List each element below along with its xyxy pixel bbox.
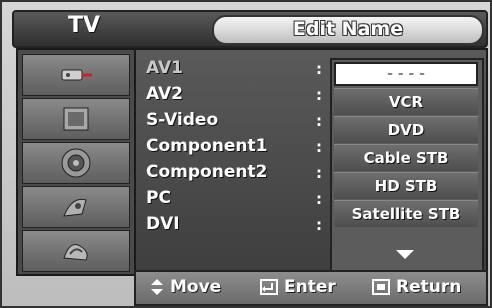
source-item-av1[interactable]: AV1	[146, 58, 183, 78]
picture-icon[interactable]	[22, 98, 130, 140]
channel-icon[interactable]	[22, 186, 130, 228]
setup-icon[interactable]	[22, 230, 130, 272]
name-current-value[interactable]: - - - -	[334, 62, 478, 86]
return-hint: Return	[372, 277, 461, 297]
sound-icon[interactable]	[22, 142, 130, 184]
input-icon[interactable]	[22, 54, 130, 96]
separator: :	[316, 216, 322, 234]
return-icon	[372, 279, 390, 295]
name-option-hd-stb[interactable]: HD STB	[334, 172, 478, 199]
menu-icon-column	[16, 48, 138, 276]
source-item-av2[interactable]: AV2	[146, 84, 183, 104]
separator: :	[316, 112, 322, 130]
move-hint: Move	[150, 277, 221, 297]
separator: :	[316, 164, 322, 182]
name-option-vcr[interactable]: VCR	[334, 88, 478, 115]
enter-label: Enter	[284, 277, 336, 297]
name-option-cable-stb[interactable]: Cable STB	[334, 144, 478, 171]
separator: :	[316, 86, 322, 104]
name-option-dvd[interactable]: DVD	[334, 116, 478, 143]
menu-category-label: TV	[68, 13, 101, 38]
name-dropdown[interactable]: - - - - VCR DVD Cable STB HD STB Satelli…	[330, 58, 484, 272]
enter-icon	[260, 279, 278, 295]
source-item-component2[interactable]: Component2	[146, 162, 267, 182]
separator: :	[316, 190, 322, 208]
title-bar: TV Edit Name	[12, 10, 488, 48]
separator: :	[316, 138, 322, 156]
separator: :	[316, 60, 322, 78]
name-option-satellite-stb[interactable]: Satellite STB	[334, 200, 478, 227]
source-item-component1[interactable]: Component1	[146, 136, 267, 156]
scroll-down-arrow-icon[interactable]	[396, 250, 414, 259]
source-item-dvi[interactable]: DVI	[146, 214, 180, 234]
return-label: Return	[396, 277, 462, 297]
osd-screen: TV Edit Name AV1: AV2: S-Video: Compo…	[0, 0, 492, 308]
footer-hint-bar: Move Enter Return	[134, 270, 488, 306]
page-title: Edit Name	[292, 18, 404, 40]
move-label: Move	[170, 277, 222, 297]
source-item-s-video[interactable]: S-Video	[146, 110, 218, 130]
title-pill: Edit Name	[212, 15, 484, 45]
up-down-arrow-icon	[151, 279, 163, 295]
source-item-pc[interactable]: PC	[146, 188, 171, 208]
enter-hint: Enter	[260, 277, 336, 297]
